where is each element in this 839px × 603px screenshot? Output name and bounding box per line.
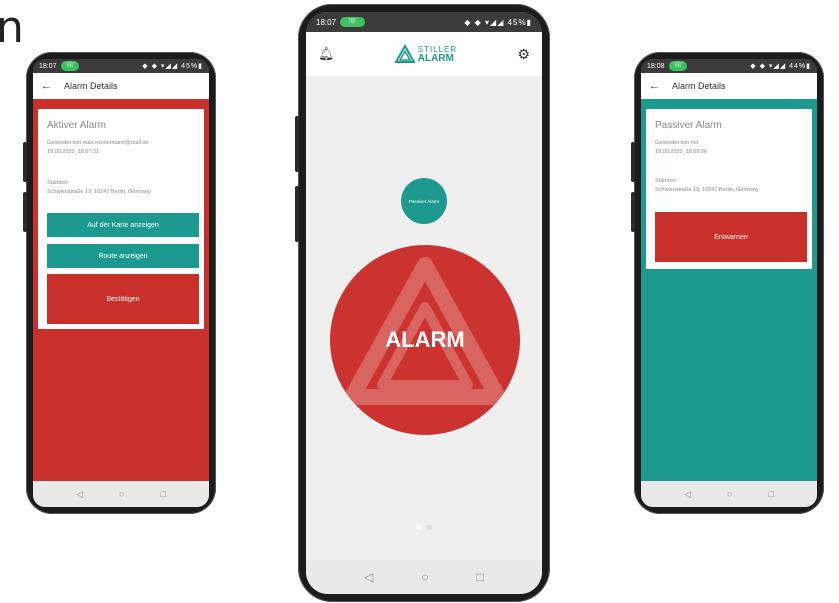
location-value: Schwienstraße 19, 10247 Berlin, Germany bbox=[47, 189, 151, 195]
page-dot bbox=[427, 525, 432, 530]
status-time: 18:07 bbox=[316, 17, 337, 27]
nav-recents-icon[interactable]: □ bbox=[477, 570, 484, 584]
location-label: Standort bbox=[47, 180, 68, 186]
call-indicator: ☏ bbox=[340, 17, 365, 27]
side-button bbox=[295, 116, 299, 172]
app-bar: ← Alarm Details bbox=[33, 73, 209, 99]
alarm-details-card: Aktiver Alarm Gesendet von max.musterman… bbox=[38, 109, 204, 329]
page-indicator bbox=[306, 525, 542, 530]
nav-home-icon[interactable]: ○ bbox=[119, 489, 124, 499]
back-arrow-icon[interactable]: ← bbox=[41, 80, 52, 92]
status-time: 18:07 bbox=[39, 62, 57, 70]
passive-alarm-button[interactable]: Passiver Alarm bbox=[401, 178, 447, 224]
show-on-map-button[interactable]: Auf der Karte anzeigen bbox=[47, 213, 199, 237]
confirm-button[interactable]: Bestätigen bbox=[47, 274, 199, 324]
timestamp-text: 18.09.2020, 18:09:00 bbox=[655, 149, 707, 155]
show-route-button[interactable]: Route anzeigen bbox=[47, 244, 199, 268]
status-time: 18:08 bbox=[647, 62, 665, 70]
navigation-bar: ◁ ○ □ bbox=[33, 481, 209, 507]
side-button bbox=[23, 142, 27, 182]
alarm-details-card: Passiver Alarm Gesendet von mir 18.09.20… bbox=[646, 109, 812, 269]
side-button bbox=[631, 192, 635, 232]
logo-text-bottom: ALARM bbox=[417, 53, 454, 64]
status-icons: ◆ ◆ ▾◢◢ 45%▮ bbox=[464, 17, 532, 27]
timestamp-text: 18.09.2020, 18:07:31 bbox=[47, 149, 99, 155]
center-screen: 18:07 ☏ ◆ ◆ ▾◢◢ 45%▮ 🔔︎ STILLER ALARM ⚙ … bbox=[306, 12, 542, 594]
nav-home-icon[interactable]: ○ bbox=[421, 570, 428, 584]
gear-icon[interactable]: ⚙ bbox=[517, 46, 530, 63]
left-screen: 18:07 ☏ ◆ ◆ ▾◢◢ 45%▮ ← Alarm Details Akt… bbox=[33, 59, 209, 507]
status-icons: ◆ ◆ ▾◢◢ 45%▮ bbox=[142, 63, 203, 70]
back-arrow-icon[interactable]: ← bbox=[649, 80, 660, 92]
nav-home-icon[interactable]: ○ bbox=[727, 489, 732, 499]
passive-alarm-label: Passiver Alarm bbox=[408, 198, 439, 204]
status-bar: 18:07 ☏ ◆ ◆ ▾◢◢ 45%▮ bbox=[306, 12, 542, 32]
nav-recents-icon[interactable]: □ bbox=[160, 489, 165, 499]
page-title: Alarm Details bbox=[672, 81, 726, 91]
location-value: Schwienstraße 19, 10247 Berlin, Germany bbox=[655, 187, 759, 193]
status-icons: ◆ ◆ ▾◢◢ 44%▮ bbox=[750, 63, 811, 70]
alarm-label: ALARM bbox=[385, 327, 465, 352]
stiller-alarm-logo: STILLER ALARM bbox=[394, 45, 457, 64]
alarm-button[interactable]: ALARM bbox=[330, 245, 520, 435]
app-bar: ← Alarm Details bbox=[641, 73, 817, 99]
nav-back-icon[interactable]: ◁ bbox=[364, 570, 373, 584]
center-phone: 18:07 ☏ ◆ ◆ ▾◢◢ 45%▮ 🔔︎ STILLER ALARM ⚙ … bbox=[295, 4, 550, 602]
right-phone: 18:08 ☏ ◆ ◆ ▾◢◢ 44%▮ ← Alarm Details Pas… bbox=[631, 52, 824, 514]
card-title: Passiver Alarm bbox=[655, 120, 722, 131]
logo-triangle-icon bbox=[394, 45, 415, 63]
nav-recents-icon[interactable]: □ bbox=[768, 489, 773, 499]
navigation-bar: ◁ ○ □ bbox=[641, 481, 817, 507]
side-button bbox=[295, 186, 299, 242]
disarm-button[interactable]: Entwarnen bbox=[655, 212, 807, 262]
call-indicator: ☏ bbox=[60, 61, 80, 71]
page-dot-active bbox=[416, 525, 421, 530]
sender-text: Gesendet von mir bbox=[655, 140, 699, 146]
status-bar: 18:07 ☏ ◆ ◆ ▾◢◢ 45%▮ bbox=[33, 59, 209, 73]
app-bar: 🔔︎ STILLER ALARM ⚙ bbox=[306, 32, 542, 76]
location-label: Standort bbox=[655, 178, 676, 184]
navigation-bar: ◁ ○ □ bbox=[306, 560, 542, 594]
side-button bbox=[23, 192, 27, 232]
sender-text: Gesendet von max.mustermann@mail.de bbox=[47, 140, 149, 146]
side-button bbox=[631, 142, 635, 182]
nav-back-icon[interactable]: ◁ bbox=[684, 489, 691, 500]
cropped-heading-fragment: n bbox=[0, 2, 24, 53]
status-bar: 18:08 ☏ ◆ ◆ ▾◢◢ 44%▮ bbox=[641, 59, 817, 73]
left-phone: 18:07 ☏ ◆ ◆ ▾◢◢ 45%▮ ← Alarm Details Akt… bbox=[23, 52, 216, 514]
call-indicator: ☏ bbox=[668, 61, 688, 71]
nav-back-icon[interactable]: ◁ bbox=[76, 489, 83, 500]
bell-icon[interactable]: 🔔︎ bbox=[318, 46, 335, 62]
card-title: Aktiver Alarm bbox=[47, 120, 106, 131]
page-title: Alarm Details bbox=[64, 81, 118, 91]
right-screen: 18:08 ☏ ◆ ◆ ▾◢◢ 44%▮ ← Alarm Details Pas… bbox=[641, 59, 817, 507]
